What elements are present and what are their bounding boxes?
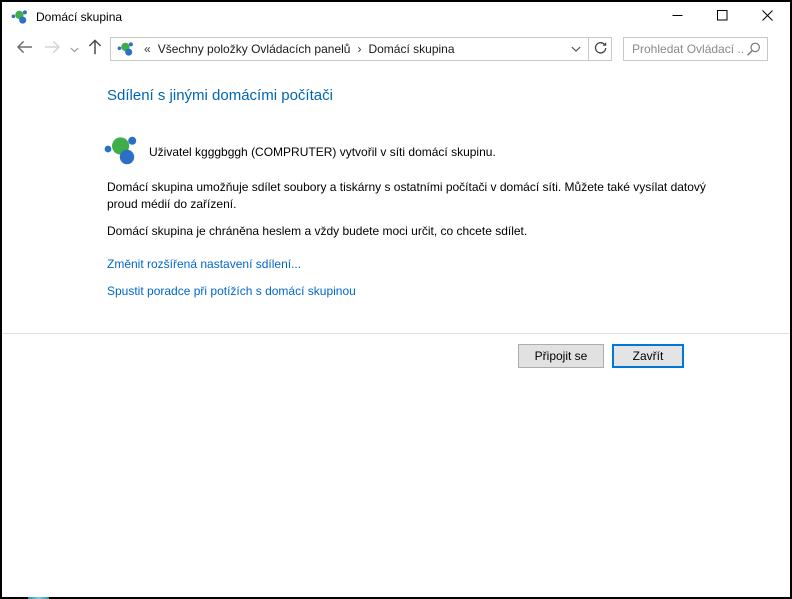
close-icon <box>762 8 773 26</box>
search-input[interactable] <box>624 42 744 56</box>
back-button[interactable] <box>10 36 38 62</box>
homegroup-icon <box>117 41 133 57</box>
breadcrumb-overflow-chevron[interactable]: « <box>139 42 156 56</box>
refresh-button[interactable] <box>588 38 611 60</box>
up-button[interactable] <box>82 36 108 62</box>
main-content: Sdílení s jinými domácími počítači Uživa… <box>2 67 790 597</box>
homegroup-troubleshooter-link[interactable]: Spustit poradce při potížích s domácí sk… <box>107 284 356 298</box>
homegroup-description: Domácí skupina umožňuje sdílet soubory a… <box>107 180 706 211</box>
close-dialog-button[interactable]: Zavřít <box>612 344 684 368</box>
maximize-icon <box>717 8 728 26</box>
breadcrumb-separator[interactable]: › <box>352 42 366 56</box>
page-title: Sdílení s jinými domácími počítači <box>107 87 333 104</box>
minimize-icon <box>672 8 683 26</box>
minimize-button[interactable] <box>655 2 700 31</box>
homegroup-password-note: Domácí skupina je chráněna heslem a vždy… <box>107 224 528 238</box>
address-bar[interactable]: « Všechny položky Ovládacích panelů › Do… <box>110 37 612 61</box>
window: Domácí skupina « Všechny položky Ovládac… <box>0 0 792 599</box>
close-button[interactable] <box>745 2 790 31</box>
window-inner: Domácí skupina « Všechny položky Ovládac… <box>2 2 790 597</box>
address-dropdown-button[interactable] <box>571 46 581 52</box>
search-box[interactable] <box>623 37 768 61</box>
refresh-icon <box>593 41 607 58</box>
chevron-down-icon <box>69 40 79 58</box>
up-arrow-icon <box>88 38 102 60</box>
maximize-button[interactable] <box>700 2 745 31</box>
footer-separator <box>2 333 790 334</box>
title-bar[interactable]: Domácí skupina <box>2 2 790 31</box>
window-controls <box>655 2 790 31</box>
window-title: Domácí skupina <box>36 9 123 24</box>
forward-button[interactable] <box>38 36 66 62</box>
navigation-toolbar: « Všechny položky Ovládacích panelů › Do… <box>2 31 790 67</box>
recent-locations-button[interactable] <box>66 36 82 62</box>
breadcrumb-item-control-panel[interactable]: Všechny položky Ovládacích panelů <box>156 42 353 56</box>
join-button[interactable]: Připojit se <box>518 344 604 368</box>
back-arrow-icon <box>16 40 33 59</box>
forward-arrow-icon <box>44 40 61 59</box>
homegroup-status-text: Uživatel kgggbggh (COMPRUTER) vytvořil v… <box>149 145 496 159</box>
advanced-sharing-settings-link[interactable]: Změnit rozšířená nastavení sdílení... <box>107 257 301 271</box>
homegroup-icon[interactable] <box>11 9 27 25</box>
homegroup-icon-large <box>103 134 137 168</box>
breadcrumb-item-homegroup[interactable]: Domácí skupina <box>366 42 456 56</box>
magnifier-icon <box>746 42 761 57</box>
